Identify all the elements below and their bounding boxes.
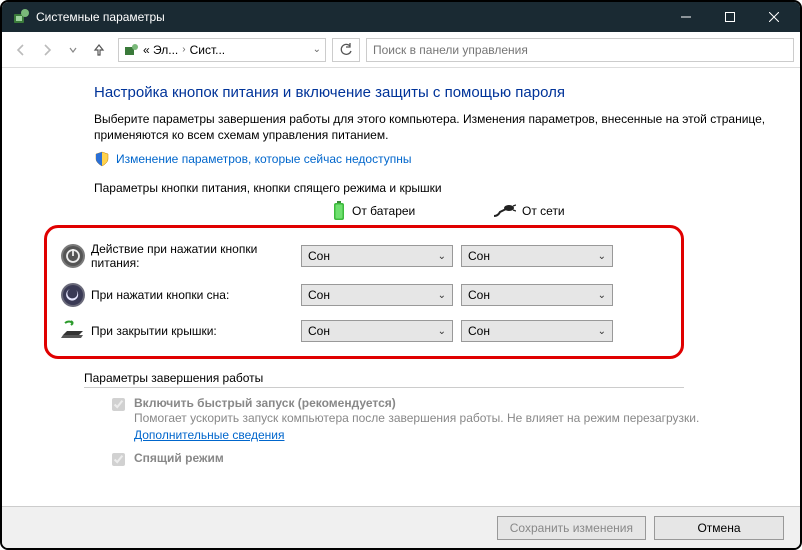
chevron-down-icon: ⌄ [438,290,446,301]
sleep-mode-title: Спящий режим [134,451,224,465]
power-button-battery-select[interactable]: Сон⌄ [301,245,453,267]
page-description: Выберите параметры завершения работы для… [94,111,774,143]
column-headers: От батареи От сети [94,201,774,221]
shutdown-section: Параметры завершения работы Включить быс… [84,371,774,468]
battery-icon [332,201,346,221]
lid-close-row: При закрытии крышки: Сон⌄ Сон⌄ [53,314,675,348]
power-button-icon [55,243,91,269]
plugged-header: От сети [466,204,626,218]
laptop-lid-icon [55,320,91,342]
sleep-mode-row: Спящий режим [84,451,774,469]
breadcrumb-1[interactable]: « Эл... [143,43,178,57]
page-title: Настройка кнопок питания и включение защ… [94,84,774,101]
chevron-down-icon[interactable]: ⌄ [313,44,321,55]
chevron-down-icon: ⌄ [598,326,606,337]
lid-close-battery-select[interactable]: Сон⌄ [301,320,453,342]
window: Системные параметры « Эл... › Сист... ⌄ [0,0,802,550]
titlebar: Системные параметры [2,2,800,32]
sleep-button-label: При нажатии кнопки сна: [91,288,301,302]
maximize-button[interactable] [708,2,752,32]
content-area: Настройка кнопок питания и включение защ… [2,68,800,506]
chevron-right-icon: › [182,44,185,55]
fast-startup-title: Включить быстрый запуск (рекомендуется) [134,396,774,410]
forward-button[interactable] [34,37,60,63]
chevron-down-icon: ⌄ [438,326,446,337]
chevron-down-icon: ⌄ [598,251,606,262]
battery-header: От батареи [306,201,466,221]
sleep-button-battery-select[interactable]: Сон⌄ [301,284,453,306]
lid-close-plugged-select[interactable]: Сон⌄ [461,320,613,342]
search-box[interactable] [366,38,794,62]
highlighted-settings: Действие при нажатии кнопки питания: Сон… [44,225,684,359]
shutdown-section-label: Параметры завершения работы [84,371,684,388]
cancel-button[interactable]: Отмена [654,516,784,540]
unlock-link-row: Изменение параметров, которые сейчас нед… [94,151,774,167]
app-icon [12,8,30,26]
window-title: Системные параметры [36,10,664,24]
sleep-mode-checkbox[interactable] [112,453,125,466]
close-button[interactable] [752,2,796,32]
fast-startup-checkbox[interactable] [112,398,125,411]
power-button-label: Действие при нажатии кнопки питания: [91,242,301,270]
sleep-button-row: При нажатии кнопки сна: Сон⌄ Сон⌄ [53,276,675,314]
power-button-plugged-select[interactable]: Сон⌄ [461,245,613,267]
shield-icon [94,151,110,167]
footer: Сохранить изменения Отмена [2,506,800,548]
chevron-down-icon: ⌄ [438,251,446,262]
save-button[interactable]: Сохранить изменения [497,516,646,540]
power-button-row: Действие при нажатии кнопки питания: Сон… [53,236,675,276]
search-input[interactable] [367,39,793,61]
navbar: « Эл... › Сист... ⌄ [2,32,800,68]
address-bar-wrap: « Эл... › Сист... ⌄ [118,38,360,62]
back-button[interactable] [8,37,34,63]
breadcrumb-2[interactable]: Сист... [190,43,226,57]
lid-close-label: При закрытии крышки: [91,324,301,338]
sleep-button-icon [55,282,91,308]
up-button[interactable] [86,37,112,63]
sleep-button-plugged-select[interactable]: Сон⌄ [461,284,613,306]
fast-startup-more-link[interactable]: Дополнительные сведения [134,428,284,442]
address-bar[interactable]: « Эл... › Сист... ⌄ [118,38,326,62]
plug-icon [492,204,516,218]
power-options-icon [123,42,139,58]
fast-startup-row: Включить быстрый запуск (рекомендуется) … [84,396,774,442]
power-buttons-section-label: Параметры кнопки питания, кнопки спящего… [94,181,774,195]
minimize-button[interactable] [664,2,708,32]
refresh-button[interactable] [332,38,360,62]
unlock-settings-link[interactable]: Изменение параметров, которые сейчас нед… [116,152,412,166]
chevron-down-icon: ⌄ [598,290,606,301]
fast-startup-desc: Помогает ускорить запуск компьютера посл… [134,410,774,442]
recent-button[interactable] [60,37,86,63]
